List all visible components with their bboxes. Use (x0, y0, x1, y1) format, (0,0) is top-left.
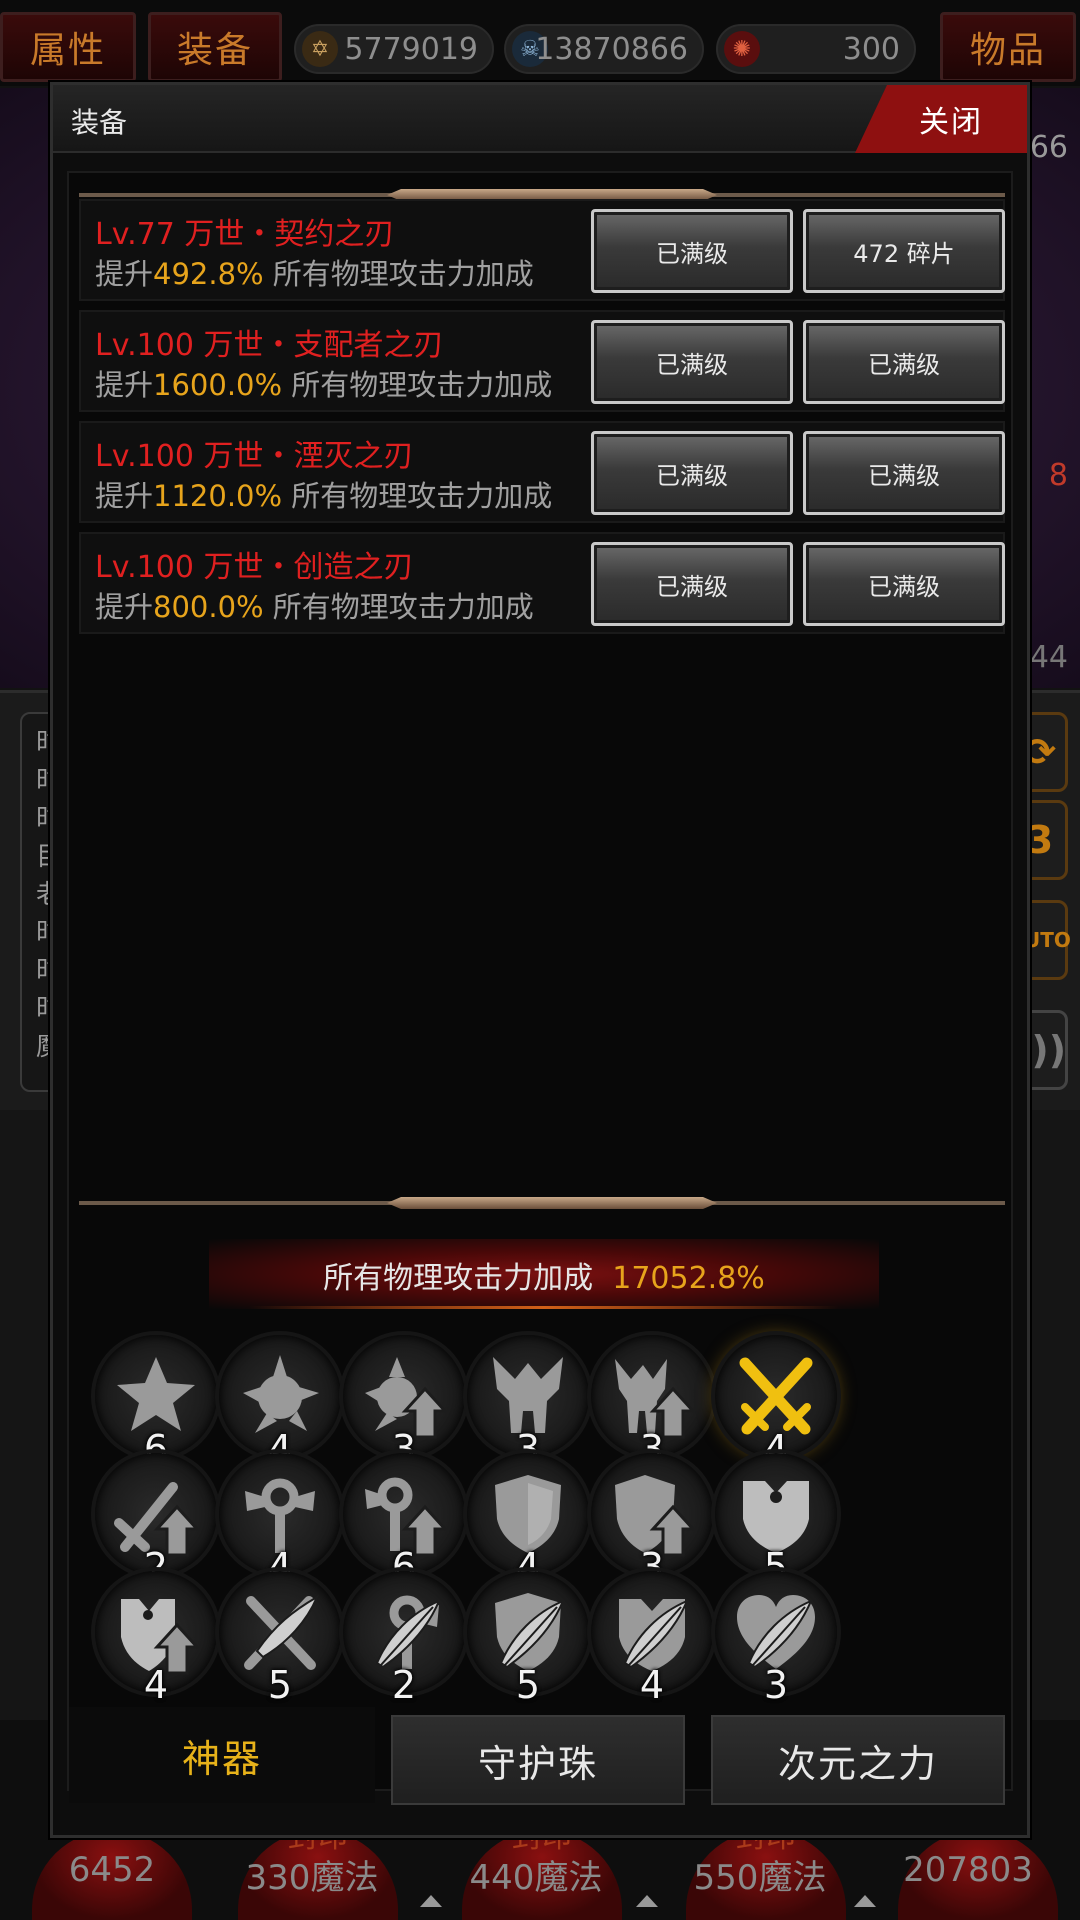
artifact-count: 3 (763, 1663, 789, 1707)
artifact-slot[interactable]: 4 (219, 1453, 341, 1589)
currency-soul: ☠ 13870866 (504, 24, 704, 74)
divider-ornament (387, 1197, 717, 1209)
skill-cost-label: 440魔法 (469, 1858, 603, 1898)
fragments-button[interactable]: 472 碎片 (803, 209, 1005, 293)
artifact-slot[interactable]: 3 (591, 1453, 713, 1589)
max-level-button[interactable]: 已满级 (803, 320, 1005, 404)
max-level-button[interactable]: 已满级 (591, 431, 793, 515)
close-button[interactable]: 关闭 (855, 85, 1027, 153)
tab-items[interactable]: 物品 (940, 12, 1076, 82)
tab-equipment[interactable]: 装备 (148, 12, 282, 82)
max-level-button[interactable]: 已满级 (591, 320, 793, 404)
artifact-slot[interactable]: 2 (343, 1571, 465, 1707)
artifact-count: 2 (391, 1663, 417, 1707)
artifact-slot[interactable]: 2 (95, 1453, 217, 1589)
equipment-title: Lv.100 万世・创造之刃 (95, 550, 414, 585)
artifact-slot[interactable]: 3 (715, 1571, 837, 1707)
top-bar: 属性 装备 ✡ 5779019 ☠ 13870866 ✺ 300 物品 (0, 0, 1080, 86)
tab-dimension-power[interactable]: 次元之力 (711, 1715, 1005, 1805)
equipment-row: Lv.100 万世・湮灭之刃 提升1120.0% 所有物理攻击力加成 已满级 已… (79, 421, 1005, 523)
modal-tabs: 神器 守护珠 次元之力 (69, 1707, 1015, 1805)
artifact-slot[interactable]: 4 (219, 1335, 341, 1471)
skill-cost-label: 6452 (68, 1850, 156, 1890)
red-orb-icon: ✺ (724, 31, 760, 67)
bg-stat-number: 44 (1029, 640, 1068, 675)
artifact-slot[interactable]: 6 (343, 1453, 465, 1589)
slot-indicator-icon (854, 1895, 876, 1907)
gold-emblem-icon: ✡ (302, 31, 338, 67)
modal-content: Lv.77 万世・契约之刃 提升492.8% 所有物理攻击力加成 已满级 472… (67, 171, 1015, 1805)
equipment-desc: 提升492.8% 所有物理攻击力加成 (95, 257, 534, 291)
total-bonus-value: 17052.8% (612, 1261, 765, 1296)
equipment-row: Lv.100 万世・支配者之刃 提升1600.0% 所有物理攻击力加成 已满级 … (79, 310, 1005, 412)
divider (79, 193, 1005, 197)
artifact-slot[interactable]: 5 (467, 1571, 589, 1707)
bg-stat-number: 8 (1048, 458, 1068, 493)
artifact-count: 5 (515, 1663, 541, 1707)
max-level-button[interactable]: 已满级 (803, 542, 1005, 626)
equipment-title: Lv.100 万世・湮灭之刃 (95, 439, 414, 474)
tab-guardian-orb[interactable]: 守护珠 (391, 1715, 685, 1805)
modal-header: 装备 关闭 (53, 85, 1027, 153)
modal-title: 装备 (71, 106, 128, 139)
equipment-desc: 提升1600.0% 所有物理攻击力加成 (95, 368, 553, 402)
total-bonus-bar: 所有物理攻击力加成 17052.8% (209, 1239, 879, 1309)
skill-cost-label: 207803 (903, 1850, 1033, 1890)
artifact-slot[interactable]: 5 (715, 1453, 837, 1589)
artifact-count: 4 (639, 1663, 665, 1707)
equipment-title: Lv.100 万世・支配者之刃 (95, 328, 444, 363)
artifact-slot[interactable]: 4 (591, 1571, 713, 1707)
artifact-slot[interactable]: 5 (219, 1571, 341, 1707)
bg-stat-number: 66 (1029, 130, 1068, 165)
max-level-button[interactable]: 已满级 (803, 431, 1005, 515)
equipment-title: Lv.77 万世・契约之刃 (95, 217, 395, 252)
skill-cost-label: 550魔法 (693, 1858, 827, 1898)
max-level-button[interactable]: 已满级 (591, 542, 793, 626)
slot-indicator-icon (636, 1895, 658, 1907)
equipment-desc: 提升1120.0% 所有物理攻击力加成 (95, 479, 553, 513)
max-level-button[interactable]: 已满级 (591, 209, 793, 293)
equipment-modal: 装备 关闭 Lv.77 万世・契约之刃 提升492.8% 所有物理攻击力加成 已… (50, 82, 1030, 1838)
tab-attributes[interactable]: 属性 (0, 12, 136, 82)
artifact-slot[interactable]: 6 (95, 1335, 217, 1471)
artifact-slot[interactable]: 4 (715, 1335, 837, 1471)
artifact-slot[interactable]: 4 (467, 1453, 589, 1589)
skill-cost-label: 330魔法 (245, 1858, 379, 1898)
total-bonus-text: 所有物理攻击力加成 17052.8% (323, 1261, 765, 1296)
artifact-slot[interactable]: 3 (467, 1335, 589, 1471)
divider (79, 1201, 1005, 1205)
slot-indicator-icon (420, 1895, 442, 1907)
equipment-row: Lv.77 万世・契约之刃 提升492.8% 所有物理攻击力加成 已满级 472… (79, 199, 1005, 301)
artifact-count: 4 (143, 1663, 169, 1707)
artifact-slot[interactable]: 3 (591, 1335, 713, 1471)
currency-orb: ✺ 300 (716, 24, 916, 74)
artifact-slot[interactable]: 4 (95, 1571, 217, 1707)
equipment-row: Lv.100 万世・创造之刃 提升800.0% 所有物理攻击力加成 已满级 已满… (79, 532, 1005, 634)
tab-artifact[interactable]: 神器 (69, 1707, 375, 1803)
currency-gold: ✡ 5779019 (294, 24, 494, 74)
equipment-desc: 提升800.0% 所有物理攻击力加成 (95, 590, 534, 624)
artifact-count: 5 (267, 1663, 293, 1707)
artifact-slot[interactable]: 3 (343, 1335, 465, 1471)
